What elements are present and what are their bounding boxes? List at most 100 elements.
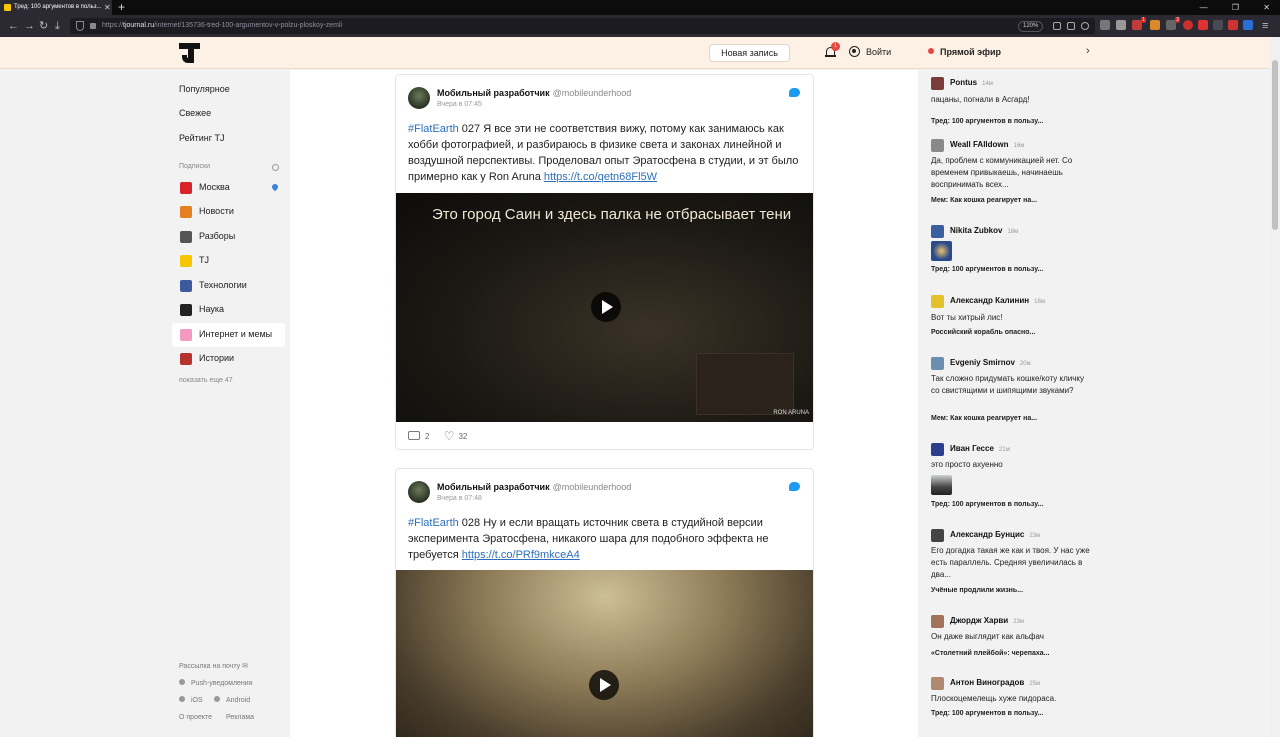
twitter-bird-icon[interactable] (789, 88, 800, 97)
maximize-icon[interactable]: ❐ (1232, 3, 1239, 12)
sidebar-subscription-item[interactable]: Новости (172, 200, 285, 224)
comment-author[interactable]: Джордж Харви 23м (950, 616, 1024, 625)
nav-fresh[interactable]: Свежее (179, 107, 211, 120)
comment-item[interactable]: Иван Гессе 21м это просто ахуенно Тред: 100… (931, 443, 1091, 513)
ads-link[interactable]: Реклама (226, 713, 254, 723)
comment-author[interactable]: Nikita Zubkov 18м (950, 226, 1018, 235)
extension-icon[interactable] (1213, 20, 1223, 30)
comment-author[interactable]: Антон Виноградов 25м (950, 678, 1040, 687)
avatar[interactable] (408, 87, 430, 109)
comment-item[interactable]: Антон Виноградов 25м Плоскоцемелещь хуже п… (931, 677, 1091, 722)
avatar[interactable] (931, 615, 944, 628)
reload-icon[interactable]: ↻ (39, 19, 48, 33)
comment-item[interactable]: Weall FAlldown 16м Да, проблем с коммуника… (931, 139, 1091, 209)
hashtag-link[interactable]: #FlatEarth (408, 517, 459, 529)
video-player[interactable] (396, 570, 813, 737)
nav-rating[interactable]: Рейтинг TJ (179, 132, 225, 145)
extension-icon[interactable] (1198, 20, 1208, 30)
play-icon[interactable] (591, 292, 621, 322)
heart-icon[interactable]: ♡ (444, 429, 455, 443)
live-stream-button[interactable]: Прямой эфир (928, 46, 1001, 59)
pocket-icon[interactable] (1053, 22, 1061, 30)
new-post-button[interactable]: Новая запись (709, 44, 790, 62)
tweet-link[interactable]: https://t.co/PRf9mkceA4 (462, 549, 580, 561)
notifications-bell-icon[interactable]: 1 (825, 42, 840, 58)
avatar[interactable] (931, 529, 944, 542)
hashtag-link[interactable]: #FlatEarth (408, 123, 459, 135)
twitter-bird-icon[interactable] (789, 482, 800, 491)
show-more-link[interactable]: показать еще 47 (179, 377, 233, 384)
extension-icon[interactable] (1243, 20, 1253, 30)
zoom-level[interactable]: 120% (1018, 21, 1044, 32)
tweet-handle[interactable]: @mobileunderhood (553, 88, 632, 98)
avatar[interactable] (931, 225, 944, 238)
comment-text[interactable]: Вот ты хитрый лис! (931, 312, 1091, 324)
comment-text[interactable]: Его догадка такая же как и твоя. У нас у… (931, 545, 1091, 581)
comment-text[interactable]: Да, проблем с коммуникацией нет. Со врем… (931, 155, 1091, 191)
avatar[interactable] (931, 77, 944, 90)
avatar[interactable] (931, 677, 944, 690)
video-player[interactable]: Это город Саин и здесь палка не отбрасыв… (396, 193, 813, 422)
comment-post-link[interactable]: Учёные продлили жизнь... (931, 587, 1023, 594)
bookmark-star-icon[interactable] (1081, 22, 1089, 30)
sidebar-subscription-item[interactable]: Наука (172, 298, 285, 322)
push-link[interactable]: Push-уведомления (179, 679, 253, 689)
comment-item[interactable]: Александр Калинин 18м Вот ты хитрый лис! Ро… (931, 295, 1091, 341)
tweet-time[interactable]: Вчера в 07:45 (437, 101, 482, 108)
reader-icon[interactable] (1067, 22, 1075, 30)
scrollbar-thumb[interactable] (1272, 60, 1278, 230)
sidebar-subscription-item[interactable]: Истории (172, 347, 285, 371)
comment-author[interactable]: Александр Калинин 18м (950, 296, 1045, 305)
close-window-icon[interactable]: ✕ (1263, 3, 1270, 12)
comment-text[interactable]: Так сложно придумать кошке/коту кличку с… (931, 373, 1091, 397)
comment-post-link[interactable]: Тред: 100 аргументов в пользу... (931, 118, 1043, 125)
sidebar-subscription-item[interactable]: Технологии (172, 274, 285, 298)
comment-author[interactable]: Иван Гессе 21м (950, 444, 1010, 453)
comment-image-thumbnail[interactable] (931, 241, 952, 261)
tracking-shield-icon[interactable] (76, 21, 84, 31)
gear-icon[interactable] (272, 164, 279, 171)
play-icon[interactable] (589, 670, 619, 700)
comment-author[interactable]: Evgeniy Smirnov 20м (950, 358, 1031, 367)
extension-icon[interactable] (1150, 20, 1160, 30)
extension-icon[interactable] (1116, 20, 1126, 30)
nav-popular[interactable]: Популярное (179, 83, 230, 96)
tj-logo-icon[interactable] (179, 43, 200, 63)
comment-text[interactable]: Он даже выглядит как альфач (931, 631, 1091, 643)
comment-item[interactable]: Александр Бунцис 23м Его догадка такая же … (931, 529, 1091, 599)
retweet-icon[interactable] (408, 431, 420, 440)
comment-text[interactable]: это просто ахуенно (931, 459, 1091, 471)
avatar[interactable] (931, 295, 944, 308)
extension-icon[interactable] (1100, 20, 1110, 30)
comment-item[interactable]: Pontus 14м пацаны, погнали в Асгард! Тред: … (931, 77, 1091, 130)
tab-close-icon[interactable]: ✕ (104, 0, 111, 15)
avatar[interactable] (408, 481, 430, 503)
tweet-handle[interactable]: @mobileunderhood (553, 482, 632, 492)
newsletter-link[interactable]: Рассылка на почту ✉ (179, 662, 248, 672)
android-link[interactable]: Android (214, 696, 250, 706)
comment-author[interactable]: Александр Бунцис 23м (950, 530, 1040, 539)
comment-image-thumbnail[interactable] (931, 475, 952, 495)
login-button[interactable]: Войти (849, 46, 891, 59)
sidebar-subscription-item[interactable]: Разборы (172, 225, 285, 249)
comment-author[interactable]: Weall FAlldown 16м (950, 140, 1024, 149)
comment-item[interactable]: Джордж Харви 23м Он даже выглядит как альф… (931, 615, 1091, 662)
comment-post-link[interactable]: «Столетний плейбой»: черепаха... (931, 650, 1049, 657)
browser-tab[interactable]: Тред: 100 аргументов в польз... (0, 0, 112, 15)
extension-icon[interactable]: 2 (1166, 17, 1180, 30)
comment-text[interactable]: пацаны, погнали в Асгард! (931, 94, 1091, 106)
avatar[interactable] (931, 139, 944, 152)
comment-post-link[interactable]: Мем: Как кошка реагирует на... (931, 415, 1037, 422)
extension-icon[interactable]: 1 (1132, 17, 1146, 30)
sidebar-subscription-item[interactable]: Интернет и мемы (172, 323, 285, 347)
extension-icon[interactable] (1228, 20, 1238, 30)
address-bar[interactable]: https://tjournal.ru/internet/135736-tred… (70, 18, 1095, 34)
comment-text[interactable]: Плоскоцемелещь хуже пидораса. (931, 693, 1091, 705)
comment-post-link[interactable]: Тред: 100 аргументов в пользу... (931, 266, 1043, 273)
comment-item[interactable]: Evgeniy Smirnov 20м Так сложно придумать к… (931, 357, 1091, 427)
extension-icon[interactable] (1183, 20, 1193, 30)
back-icon[interactable]: ← (8, 19, 19, 33)
chevron-right-icon[interactable]: › (1086, 45, 1090, 57)
comment-post-link[interactable]: Мем: Как кошка реагирует на... (931, 197, 1037, 204)
lock-icon[interactable] (90, 23, 96, 29)
